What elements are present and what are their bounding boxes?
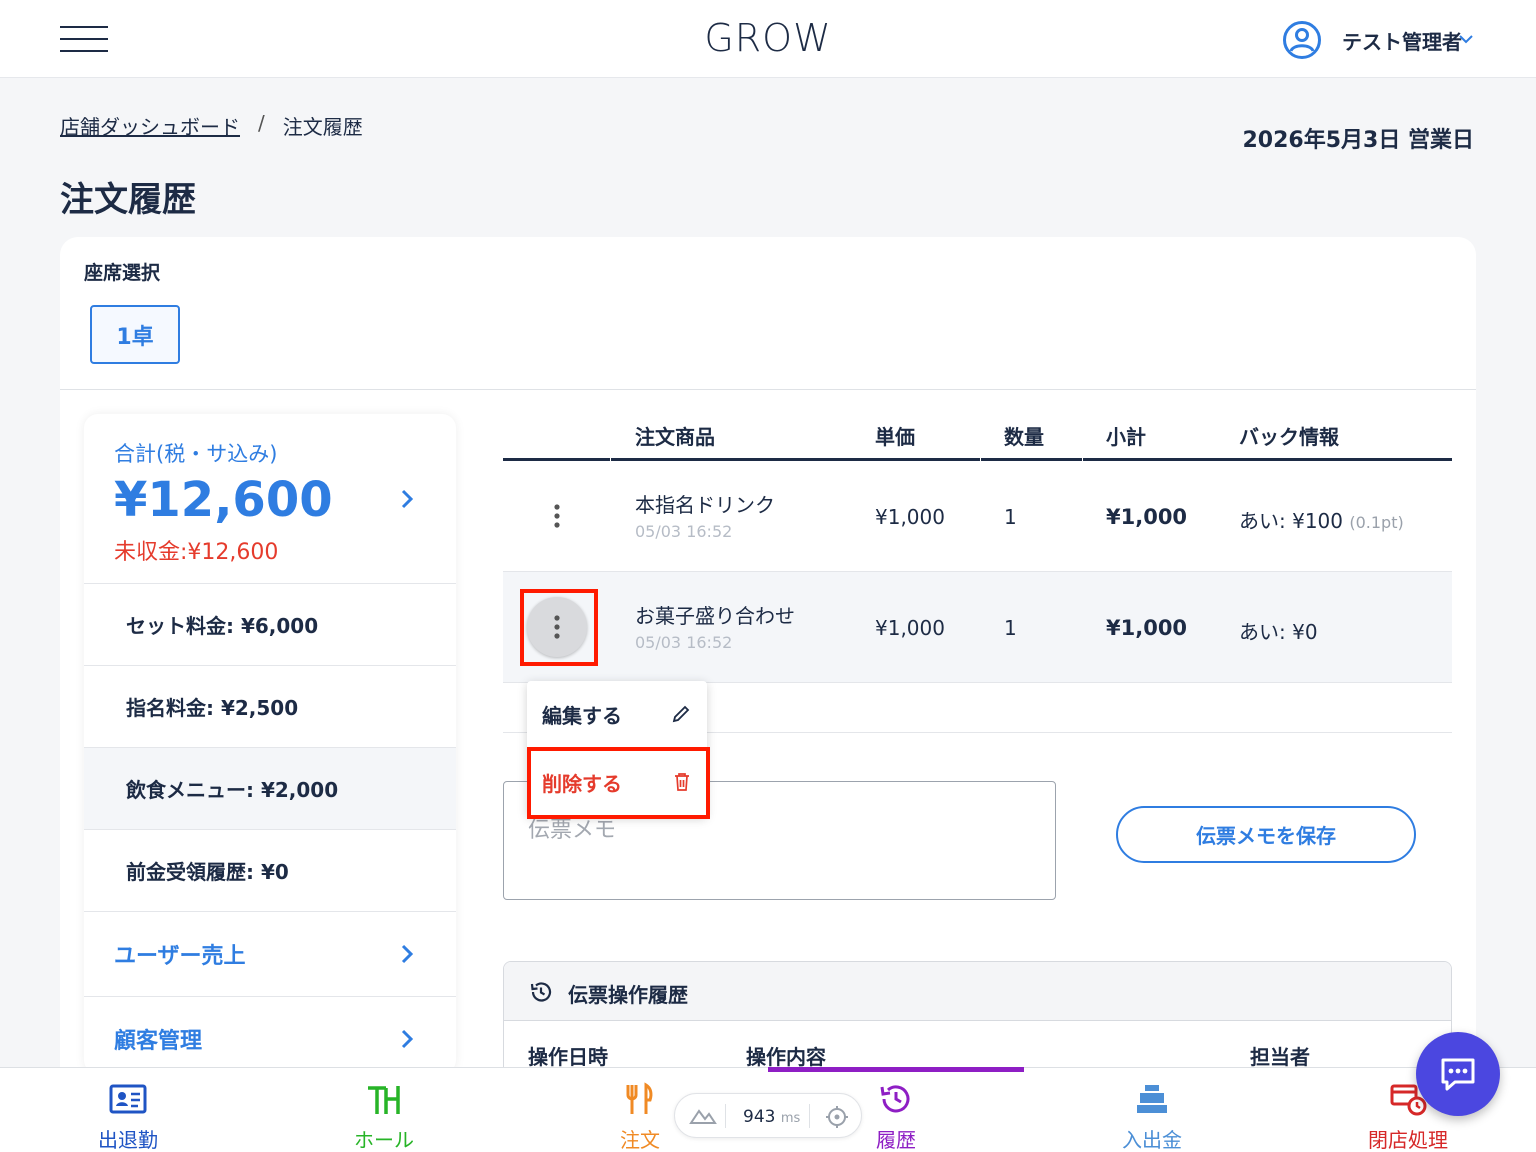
table-row: お菓子盛り合わせ 05/03 16:52 ¥1,000 1 ¥1,000 あい:… <box>503 572 1452 683</box>
cash-register-icon <box>1137 1085 1167 1113</box>
more-vertical-icon <box>554 615 560 639</box>
response-time: 943 ms <box>743 1107 800 1127</box>
nav-cash[interactable]: 入出金 <box>1024 1068 1280 1152</box>
row-menu-button[interactable] <box>527 597 587 657</box>
divider <box>725 1104 726 1128</box>
nomination-fee-row: 指名料金: ¥2,500 <box>84 666 456 748</box>
nav-cash-label: 入出金 <box>1122 1128 1182 1152</box>
performance-indicator[interactable]: 943 ms <box>674 1093 862 1138</box>
chevron-right-icon <box>401 1029 414 1049</box>
customer-management-label: 顧客管理 <box>114 1029 203 1054</box>
menu-icon[interactable] <box>60 26 108 52</box>
row-menu-button[interactable] <box>527 486 587 546</box>
nav-attendance-label: 出退勤 <box>98 1128 158 1152</box>
delete-label: 削除する <box>542 771 622 796</box>
mountain-logo-icon <box>689 1109 717 1124</box>
orders-table-header: 注文商品 単価 数量 小計 バック情報 <box>503 414 1452 461</box>
order-time: 05/03 16:52 <box>635 522 733 541</box>
chat-icon <box>1441 1058 1475 1091</box>
business-date: 2026年5月3日 営業日 <box>1242 128 1474 153</box>
quantity: 1 <box>1004 616 1017 640</box>
id-card-icon <box>109 1084 147 1114</box>
chat-button[interactable] <box>1416 1032 1500 1116</box>
customer-management-link[interactable]: 顧客管理 <box>84 997 456 1074</box>
response-time-value: 943 <box>743 1107 776 1127</box>
response-time-unit: ms <box>780 1111 801 1126</box>
unit-price: ¥1,000 <box>875 505 945 529</box>
food-menu-row: 飲食メニュー: ¥2,000 <box>84 748 456 830</box>
history-icon <box>880 1085 910 1113</box>
nav-closing-label: 閉店処理 <box>1368 1128 1448 1152</box>
delete-menu-item[interactable]: 削除する <box>527 749 707 815</box>
nav-hall[interactable]: ホール <box>256 1068 512 1152</box>
breadcrumb-dashboard-link[interactable]: 店舗ダッシュボード <box>60 111 240 140</box>
seat-select-label: 座席選択 <box>84 262 161 284</box>
nav-hall-label: ホール <box>354 1128 414 1152</box>
back-info: あい: ¥0 <box>1239 616 1318 645</box>
operation-history-header: 伝票操作履歴 <box>504 962 1451 1021</box>
col-subtotal: 小計 <box>1106 425 1146 449</box>
edit-menu-item[interactable]: 編集する <box>527 681 707 747</box>
col-staff: 担当者 <box>1250 1045 1310 1069</box>
chevron-right-icon <box>401 944 414 964</box>
trash-icon <box>675 773 689 791</box>
page-title: 注文履歴 <box>60 180 196 220</box>
col-back: バック情報 <box>1239 425 1339 449</box>
total-amount: ¥12,600 <box>114 472 333 528</box>
nav-active-indicator <box>768 1067 1024 1072</box>
col-qty: 数量 <box>1004 425 1044 449</box>
breadcrumb-separator: / <box>258 111 265 135</box>
crosshair-icon <box>826 1106 848 1128</box>
bill-summary: 合計(税・サ込み) ¥12,600 未収金:¥12,600 セット料金: ¥6,… <box>84 414 456 1074</box>
breadcrumb: 店舗ダッシュボード / 注文履歴 <box>60 111 363 140</box>
user-sales-link[interactable]: ユーザー売上 <box>84 912 456 997</box>
deposit-history-row: 前金受領履歴: ¥0 <box>84 830 456 912</box>
user-menu[interactable]: テスト管理者 <box>1282 19 1473 61</box>
table-row: 本指名ドリンク 05/03 16:52 ¥1,000 1 ¥1,000 あい: … <box>503 461 1452 572</box>
history-icon <box>530 982 552 1002</box>
seat-button-1[interactable]: 1卓 <box>90 305 180 364</box>
col-item: 注文商品 <box>635 425 715 449</box>
item-name: 本指名ドリンク <box>635 493 775 517</box>
back-amount: あい: ¥100 <box>1239 509 1343 533</box>
back-points: (0.1pt) <box>1349 513 1404 532</box>
operation-history-title: 伝票操作履歴 <box>568 983 688 1007</box>
divider <box>60 389 1476 390</box>
chevron-right-icon <box>401 489 414 509</box>
total-summary[interactable]: 合計(税・サ込み) ¥12,600 未収金:¥12,600 <box>84 414 456 584</box>
col-price: 単価 <box>875 425 915 449</box>
unit-price: ¥1,000 <box>875 616 945 640</box>
edit-label: 編集する <box>542 703 622 728</box>
app-header: GROW テスト管理者 <box>0 0 1536 78</box>
user-name: テスト管理者 <box>1342 29 1462 54</box>
set-fee-row: セット料金: ¥6,000 <box>84 584 456 666</box>
total-label: 合計(税・サ込み) <box>114 442 278 466</box>
col-datetime: 操作日時 <box>528 1045 608 1069</box>
unpaid-amount: 未収金:¥12,600 <box>114 540 279 565</box>
col-operation: 操作内容 <box>746 1045 826 1069</box>
subtotal: ¥1,000 <box>1106 616 1188 640</box>
divider <box>809 1104 810 1128</box>
user-icon <box>1283 21 1321 59</box>
subtotal: ¥1,000 <box>1106 505 1188 529</box>
back-info: あい: ¥100 (0.1pt) <box>1239 505 1404 534</box>
nav-attendance[interactable]: 出退勤 <box>0 1068 256 1152</box>
quantity: 1 <box>1004 505 1017 529</box>
table-icon <box>368 1086 400 1114</box>
pencil-icon <box>672 705 690 723</box>
more-vertical-icon <box>554 504 560 528</box>
cutlery-icon <box>626 1082 653 1114</box>
save-memo-button[interactable]: 伝票メモを保存 <box>1116 806 1416 863</box>
row-context-menu: 編集する 削除する <box>527 681 707 817</box>
back-amount: あい: ¥0 <box>1239 620 1318 644</box>
breadcrumb-current: 注文履歴 <box>282 115 363 139</box>
item-name: お菓子盛り合わせ <box>635 604 795 628</box>
user-sales-label: ユーザー売上 <box>114 944 246 969</box>
order-time: 05/03 16:52 <box>635 633 733 652</box>
chevron-down-icon <box>1459 35 1473 44</box>
